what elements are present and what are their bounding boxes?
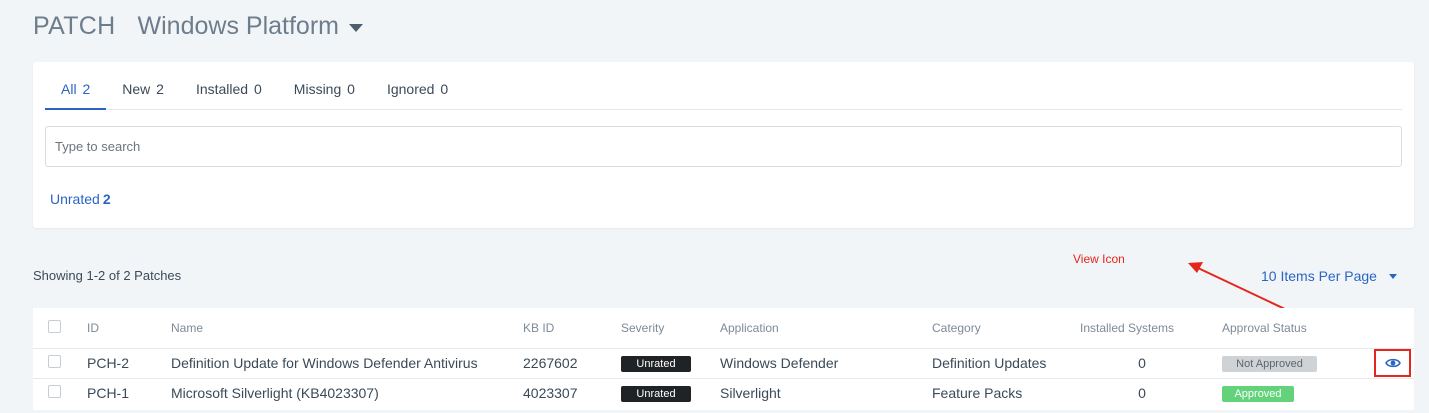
cell-id: PCH-2 bbox=[87, 355, 130, 371]
cell-kb-id: 2267602 bbox=[523, 355, 578, 371]
unrated-filter-link[interactable]: Unrated 2 bbox=[50, 191, 111, 207]
cell-application: Windows Defender bbox=[720, 355, 839, 371]
tab-count: 0 bbox=[254, 81, 262, 97]
approval-status-badge: Not Approved bbox=[1222, 356, 1317, 372]
cell-name[interactable]: Definition Update for Windows Defender A… bbox=[171, 348, 523, 378]
cell-name[interactable]: Microsoft Silverlight (KB4023307) bbox=[171, 378, 523, 408]
view-button[interactable] bbox=[1374, 349, 1411, 377]
items-per-page-label: 10 Items Per Page bbox=[1261, 268, 1377, 284]
cell-installed-systems: 0 bbox=[1138, 385, 1146, 402]
tab-count: 2 bbox=[156, 81, 164, 97]
page-header: PATCH Windows Platform bbox=[33, 12, 363, 41]
tab-count: 0 bbox=[440, 81, 449, 97]
eye-icon[interactable] bbox=[1384, 357, 1401, 369]
caret-down-icon[interactable] bbox=[1388, 273, 1397, 279]
column-header-severity[interactable]: Severity bbox=[621, 308, 720, 348]
results-summary: Showing 1-2 of 2 Patches bbox=[33, 268, 182, 283]
cell-installed-systems: 0 bbox=[1138, 355, 1146, 371]
row-checkbox[interactable] bbox=[48, 385, 61, 399]
column-header-kb-id[interactable]: KB ID bbox=[523, 308, 621, 348]
column-header-approval-status[interactable]: Approval Status bbox=[1222, 308, 1354, 348]
platform-label: Windows Platform bbox=[137, 12, 339, 40]
tab-bar: All 2 New 2 Installed 0 Missing 0 Ignore… bbox=[45, 62, 1402, 110]
items-per-page-selector[interactable]: 10 Items Per Page bbox=[1261, 268, 1397, 284]
annotation-label: View Icon bbox=[1073, 252, 1125, 266]
cell-id: PCH-1 bbox=[87, 385, 130, 402]
tab-installed[interactable]: Installed 0 bbox=[180, 62, 278, 110]
tab-count: 0 bbox=[347, 81, 355, 97]
caret-down-icon[interactable] bbox=[348, 24, 363, 32]
approval-status-badge: Approved bbox=[1222, 386, 1294, 403]
cell-category: Feature Packs bbox=[932, 385, 1023, 402]
filter-card: All 2 New 2 Installed 0 Missing 0 Ignore… bbox=[33, 62, 1414, 228]
search-input[interactable] bbox=[45, 126, 1402, 167]
column-header-installed-systems[interactable]: Installed Systems bbox=[1080, 308, 1222, 348]
unrated-filter-count: 2 bbox=[102, 191, 111, 207]
severity-badge: Unrated bbox=[621, 356, 691, 372]
cell-application: Silverlight bbox=[720, 385, 781, 402]
patches-table: ID Name KB ID Severity Application Categ… bbox=[33, 308, 1414, 410]
table-row[interactable]: PCH-2 Definition Update for Windows Defe… bbox=[33, 348, 1414, 378]
severity-badge: Unrated bbox=[621, 386, 691, 403]
tab-count: 2 bbox=[82, 81, 91, 97]
unrated-filter-label: Unrated bbox=[50, 191, 100, 207]
column-header-application[interactable]: Application bbox=[720, 308, 932, 348]
tab-label: Ignored bbox=[386, 81, 435, 97]
tab-all[interactable]: All 2 bbox=[45, 62, 107, 110]
module-title: PATCH bbox=[33, 12, 116, 40]
tab-label: New bbox=[122, 81, 151, 97]
tab-label: All bbox=[61, 81, 77, 97]
row-checkbox[interactable] bbox=[48, 355, 61, 368]
column-header-category[interactable]: Category bbox=[932, 308, 1080, 348]
tab-label: Missing bbox=[293, 81, 342, 97]
tab-ignored[interactable]: Ignored 0 bbox=[371, 62, 464, 110]
column-header-name[interactable]: Name bbox=[171, 308, 523, 348]
cell-category: Definition Updates bbox=[932, 355, 1047, 371]
table-header-row: ID Name KB ID Severity Application Categ… bbox=[33, 308, 1414, 348]
column-header-id[interactable]: ID bbox=[87, 308, 171, 348]
select-all-checkbox[interactable] bbox=[48, 319, 61, 333]
annotation-arrow-head bbox=[1188, 262, 1203, 273]
platform-selector[interactable]: Windows Platform bbox=[138, 12, 363, 41]
table-row[interactable]: PCH-1 Microsoft Silverlight (KB4023307) … bbox=[33, 378, 1414, 408]
cell-kb-id: 4023307 bbox=[523, 385, 578, 402]
tab-new[interactable]: New 2 bbox=[106, 62, 180, 110]
tab-label: Installed bbox=[195, 81, 249, 97]
tab-missing[interactable]: Missing 0 bbox=[278, 62, 371, 110]
